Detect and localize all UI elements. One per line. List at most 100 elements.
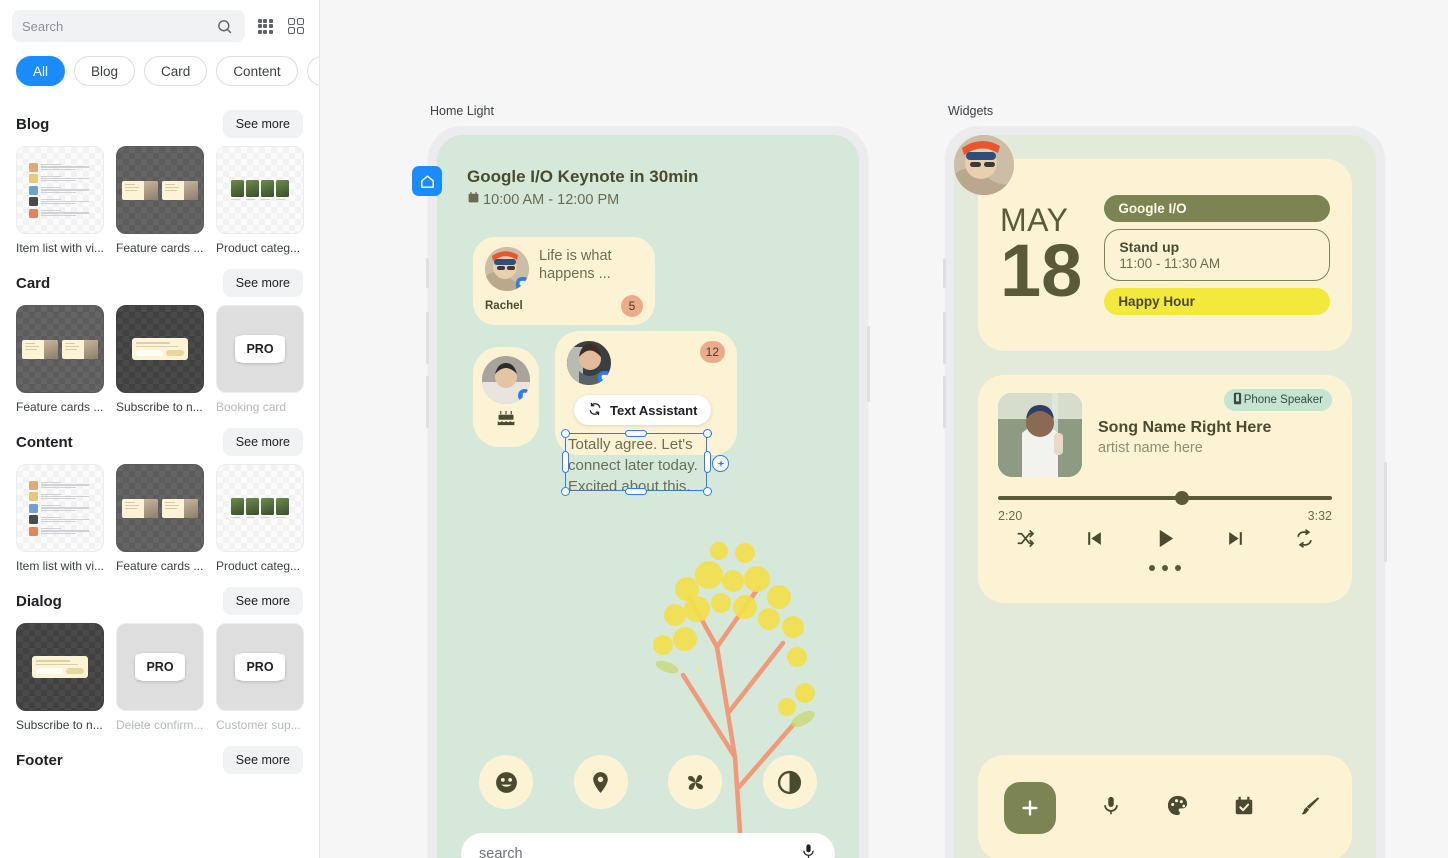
list-item[interactable]: PRO Booking card xyxy=(216,305,304,414)
frame-label-home: Home Light xyxy=(430,104,494,118)
text-assistant-button[interactable]: Text Assistant xyxy=(574,395,712,425)
list-item[interactable]: PRO Customer sup... xyxy=(216,623,304,732)
thumbnail-label: Subscribe to n... xyxy=(16,718,103,732)
list-item[interactable]: Product categ... xyxy=(216,146,304,255)
paintbrush-icon[interactable] xyxy=(1299,795,1321,822)
speaker-chip[interactable]: Phone Speaker xyxy=(1223,389,1332,411)
calendar-check-icon[interactable] xyxy=(1233,795,1255,822)
chip-content[interactable]: Content xyxy=(216,56,298,86)
music-player-widget[interactable]: Phone Speaker Song Name Right Here artis… xyxy=(978,375,1352,603)
resize-handle-bottom-right[interactable] xyxy=(702,486,712,496)
pro-badge: PRO xyxy=(235,653,285,681)
widget-page-dots[interactable] xyxy=(998,565,1332,571)
section-card: Card See more Feature cards ... Subscrib… xyxy=(0,261,319,414)
avatar xyxy=(954,135,1014,195)
chip-all[interactable]: All xyxy=(16,56,66,86)
contrast-icon[interactable] xyxy=(762,755,817,809)
phone-button-power[interactable] xyxy=(867,326,870,402)
section-title: Card xyxy=(16,274,51,292)
chat-card-small[interactable] xyxy=(473,347,539,447)
list-item[interactable]: Item list with vi... xyxy=(16,146,104,255)
phone-frame-widgets[interactable]: MAY 18 Google I/O Stand up 11:00 - 11:30… xyxy=(943,126,1387,858)
list-item[interactable]: Feature cards ... xyxy=(116,464,204,573)
calendar-event-happy-hour[interactable]: Happy Hour xyxy=(1104,288,1330,315)
progress-knob[interactable] xyxy=(1175,491,1190,505)
chat-card-rachel[interactable]: Life is what happens ... Rachel 5 xyxy=(473,237,655,325)
home-dock xyxy=(437,755,859,858)
chip-dialog[interactable]: Dialog xyxy=(306,56,319,86)
grid-4-icon[interactable] xyxy=(285,15,307,37)
phone-button-mute[interactable] xyxy=(426,258,429,288)
emoji-icon[interactable] xyxy=(479,755,534,809)
resize-handle-top[interactable] xyxy=(625,429,647,437)
calendar-event-google-io[interactable]: Google I/O xyxy=(1104,195,1330,222)
home-icon[interactable] xyxy=(412,166,442,196)
selected-text-object[interactable]: Totally agree. Let's connect later today… xyxy=(560,428,712,496)
previous-icon[interactable] xyxy=(1085,529,1104,553)
phone-button-volume-up[interactable] xyxy=(943,312,946,364)
thumbnail-grid: Feature cards ... Subscribe to n... PRO xyxy=(16,305,304,414)
see-more-button-blog[interactable]: See more xyxy=(222,110,303,138)
see-more-button-dialog[interactable]: See more xyxy=(222,587,303,615)
phone-frame-home-light[interactable]: Google I/O Keynote in 30min 10:00 AM - 1… xyxy=(412,126,870,858)
phone-button-volume-up[interactable] xyxy=(426,312,429,364)
progress-slider[interactable] xyxy=(998,491,1332,505)
chip-card[interactable]: Card xyxy=(144,56,208,86)
plus-icon[interactable] xyxy=(1004,782,1056,834)
list-item[interactable]: Subscribe to n... xyxy=(116,305,204,414)
music-header: Phone Speaker Song Name Right Here artis… xyxy=(998,389,1332,477)
chip-blog[interactable]: Blog xyxy=(74,56,136,86)
list-item[interactable]: Product categ... xyxy=(216,464,304,573)
add-circle-icon[interactable] xyxy=(712,455,729,472)
grid-9-icon[interactable] xyxy=(254,15,276,37)
phone-screen-widgets[interactable]: MAY 18 Google I/O Stand up 11:00 - 11:30… xyxy=(954,135,1376,858)
list-item[interactable]: Item list with vi... xyxy=(16,464,104,573)
thumbnail-label: Item list with vi... xyxy=(16,241,104,255)
location-pin-icon[interactable] xyxy=(573,755,628,809)
calendar-event-standup[interactable]: Stand up 11:00 - 11:30 AM xyxy=(1104,229,1330,281)
search-input[interactable] xyxy=(22,18,207,34)
palette-icon[interactable] xyxy=(1166,794,1189,822)
list-item[interactable]: Feature cards ... xyxy=(16,305,104,414)
phone-search-input[interactable] xyxy=(479,846,792,858)
design-canvas[interactable]: Home Light Widgets Google I/O Keynote in… xyxy=(320,0,1448,858)
list-item[interactable]: PRO Delete confirm... xyxy=(116,623,204,732)
list-item[interactable]: Feature cards ... xyxy=(116,146,204,255)
repeat-icon[interactable] xyxy=(1295,529,1314,553)
phone-button-mute[interactable] xyxy=(943,258,946,288)
quick-actions-widget[interactable] xyxy=(978,755,1352,858)
resize-handle-bottom[interactable] xyxy=(625,487,647,495)
speaker-chip-label: Phone Speaker xyxy=(1243,394,1323,406)
phone-button-volume-down[interactable] xyxy=(943,376,946,428)
resize-handle-top-left[interactable] xyxy=(560,428,570,438)
phone-button-power[interactable] xyxy=(1384,462,1387,562)
resize-handle-top-right[interactable] xyxy=(702,428,712,438)
microphone-icon[interactable] xyxy=(1100,795,1122,822)
resize-handle-right[interactable] xyxy=(703,451,711,473)
pinwheel-icon[interactable] xyxy=(668,755,723,809)
pro-badge: PRO xyxy=(135,653,185,681)
microphone-icon[interactable] xyxy=(800,843,817,858)
phone-screen-home[interactable]: Google I/O Keynote in 30min 10:00 AM - 1… xyxy=(437,135,859,858)
resize-handle-left[interactable] xyxy=(561,451,569,473)
thumbnail-preview xyxy=(216,146,304,234)
frame-label-widgets: Widgets xyxy=(948,104,994,118)
see-more-button-content[interactable]: See more xyxy=(222,428,303,456)
list-item[interactable]: Subscribe to n... xyxy=(16,623,104,732)
search-box[interactable] xyxy=(12,10,245,42)
resize-handle-bottom-left[interactable] xyxy=(560,486,570,496)
text-assistant-label: Text Assistant xyxy=(610,402,698,418)
shuffle-icon[interactable] xyxy=(1016,529,1035,553)
dock-icon-row xyxy=(437,755,859,809)
see-more-button-footer[interactable]: See more xyxy=(222,746,303,774)
play-icon[interactable] xyxy=(1154,527,1177,555)
calendar-widget[interactable]: MAY 18 Google I/O Stand up 11:00 - 11:30… xyxy=(978,159,1352,351)
phone-icon xyxy=(1233,392,1242,408)
thumbnail-label: Subscribe to n... xyxy=(116,400,203,414)
next-icon[interactable] xyxy=(1226,529,1245,553)
phone-button-volume-down[interactable] xyxy=(426,376,429,428)
search-bar[interactable] xyxy=(461,833,835,858)
bell-icon xyxy=(518,389,530,402)
sidebar-scroll-area[interactable]: Blog See more Item list with vi... Featu… xyxy=(0,96,319,858)
see-more-button-card[interactable]: See more xyxy=(222,269,303,297)
